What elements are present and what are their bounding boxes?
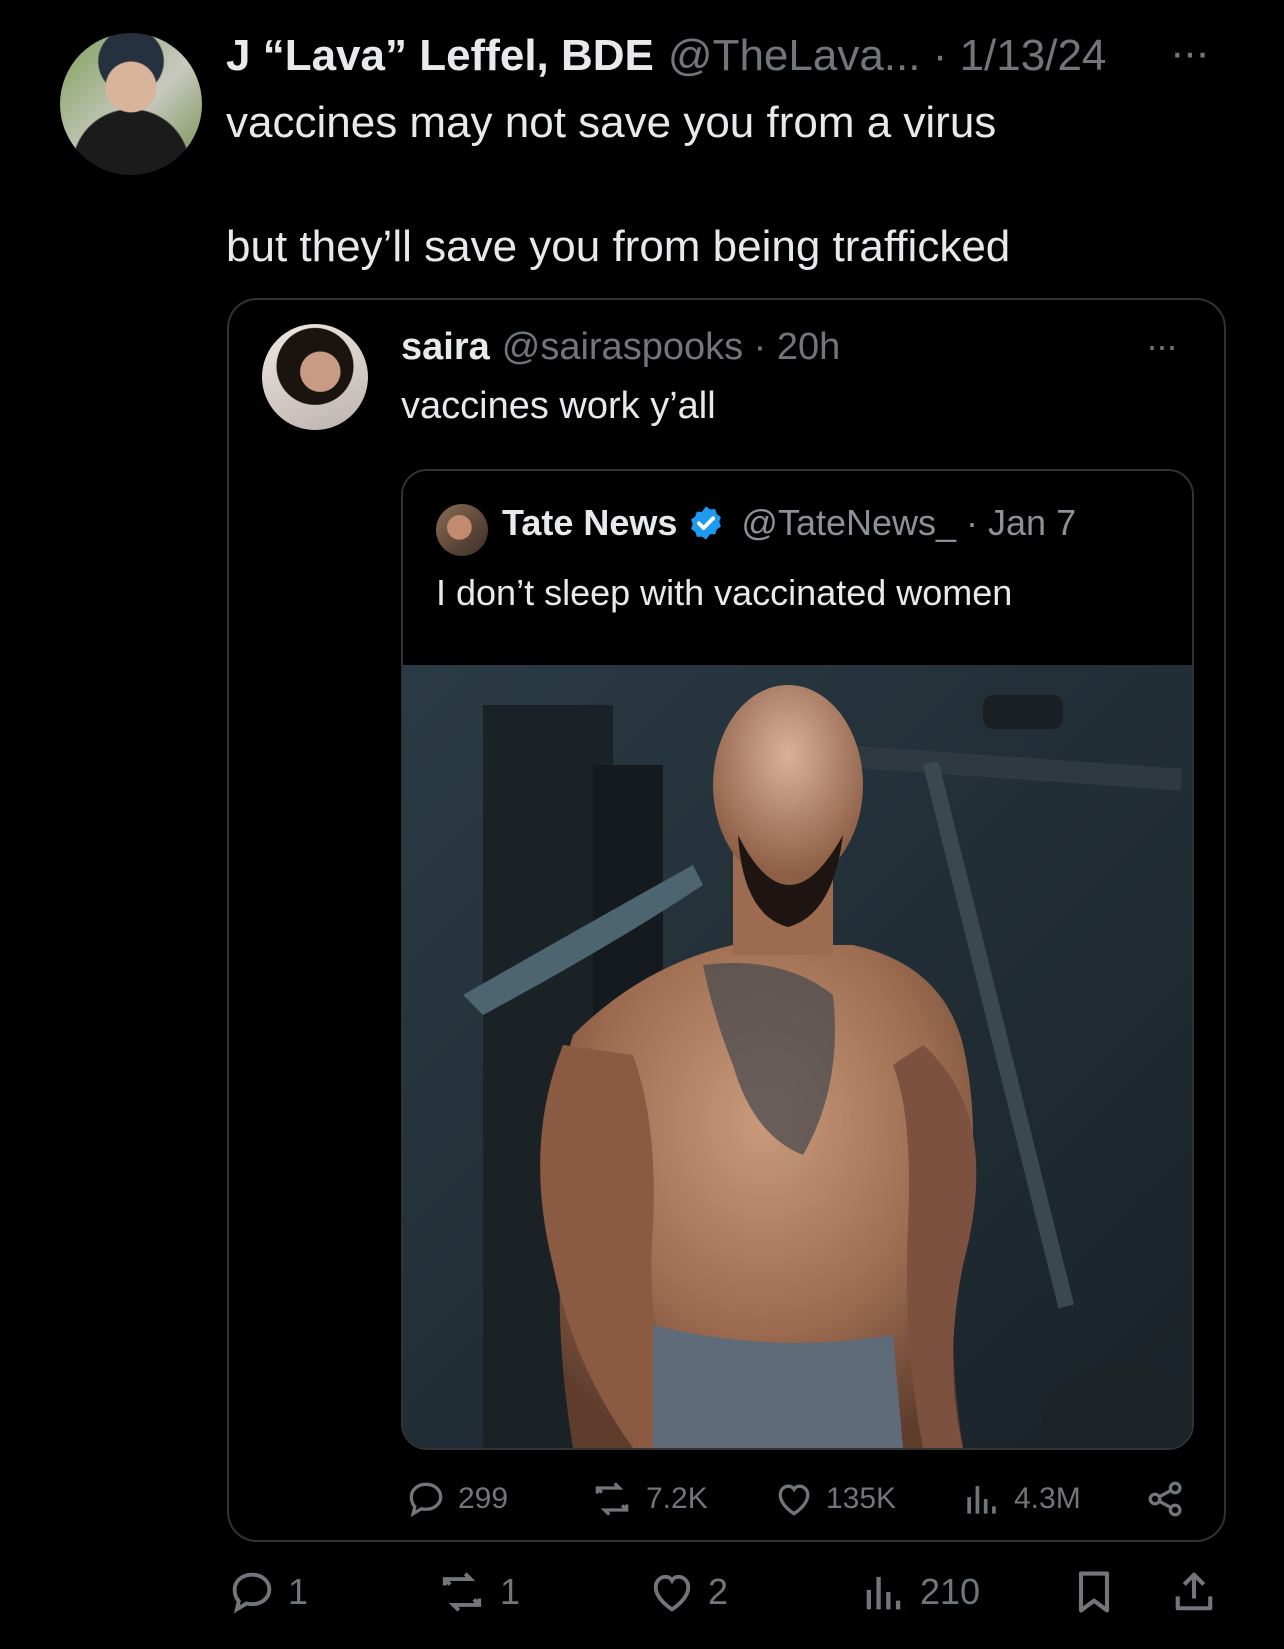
quote-reply-count: 299 [458,1482,509,1515]
quote-like-count: 135K [826,1482,897,1515]
quote-like-stat[interactable]: 135K [772,1476,896,1522]
quote-views-stat[interactable]: 4.3M [960,1476,1081,1522]
nested-author-handle-date: @TateNews_ · Jan 7 [741,502,1077,543]
quote-more-options-icon[interactable]: ··· [1146,325,1178,367]
nested-author-avatar [436,504,488,556]
reply-count: 1 [288,1571,309,1612]
author-name[interactable]: J “Lava” Leffel, BDE [226,31,654,81]
heart-icon [653,1574,691,1612]
quote-header: saira @sairaspooks · 20h [401,326,840,369]
quote-text: vaccines work y’all [401,385,716,427]
author-avatar[interactable] [60,33,202,175]
like-count: 2 [708,1571,729,1612]
views-icon [866,1576,901,1610]
reply-icon [409,1482,443,1518]
verified-badge-icon [691,506,722,540]
quote-repost-stat[interactable]: 7.2K [588,1476,708,1522]
nested-author-name: Tate News [502,502,678,543]
repost-icon [442,1572,482,1612]
repost-icon [595,1482,629,1516]
quote-author-avatar[interactable] [262,324,368,430]
quote-author-handle-time[interactable]: @sairaspooks · 20h [502,326,841,369]
views-icon [967,1486,996,1514]
like-button[interactable]: 2 [646,1566,728,1618]
quote-author-name[interactable]: saira [401,326,490,369]
views-count: 210 [920,1571,981,1612]
repost-button[interactable]: 1 [434,1566,520,1618]
quote-share-stat[interactable] [1144,1476,1198,1522]
quote-views-count: 4.3M [1014,1482,1081,1515]
quote-reply-stat[interactable]: 299 [404,1476,508,1522]
heart-icon [778,1484,810,1516]
more-options-icon[interactable]: ··· [1170,28,1210,78]
nested-quote-header-area: Tate News @TateNews_ · Jan 7 I don’t sle… [403,471,1192,665]
repost-count: 1 [500,1571,521,1612]
quote-repost-count: 7.2K [646,1482,708,1515]
tweet-actions-row: 1 1 2 210 [226,1566,1226,1618]
views-button[interactable]: 210 [858,1566,980,1618]
reply-icon [232,1572,272,1614]
share-icon [1148,1481,1182,1517]
tweet-text-line: vaccines may not save you from a virus [226,98,997,147]
tweet-text: vaccines may not save you from a virus b… [226,92,1226,278]
share-button[interactable] [1168,1566,1230,1618]
bookmark-button[interactable] [1068,1566,1130,1618]
gym-photo[interactable] [403,665,1192,1448]
nested-quote-card[interactable]: Tate News @TateNews_ · Jan 7 I don’t sle… [401,469,1194,1450]
bookmark-icon [1078,1571,1110,1613]
nested-quote-header: Tate News @TateNews_ · Jan 7 [502,502,1076,544]
tweet-header: J “Lava” Leffel, BDE @TheLava... · 1/13/… [226,28,1106,84]
author-handle-date[interactable]: @TheLava... · 1/13/24 [668,31,1106,81]
share-upload-icon [1175,1572,1213,1611]
nested-quote-text: I don’t sleep with vaccinated women [436,572,1013,613]
tweet-text-line: but they’ll save you from being traffick… [226,222,1011,271]
quote-stats-row: 299 7.2K 135K 4.3M [404,1476,1194,1522]
reply-button[interactable]: 1 [226,1566,308,1618]
